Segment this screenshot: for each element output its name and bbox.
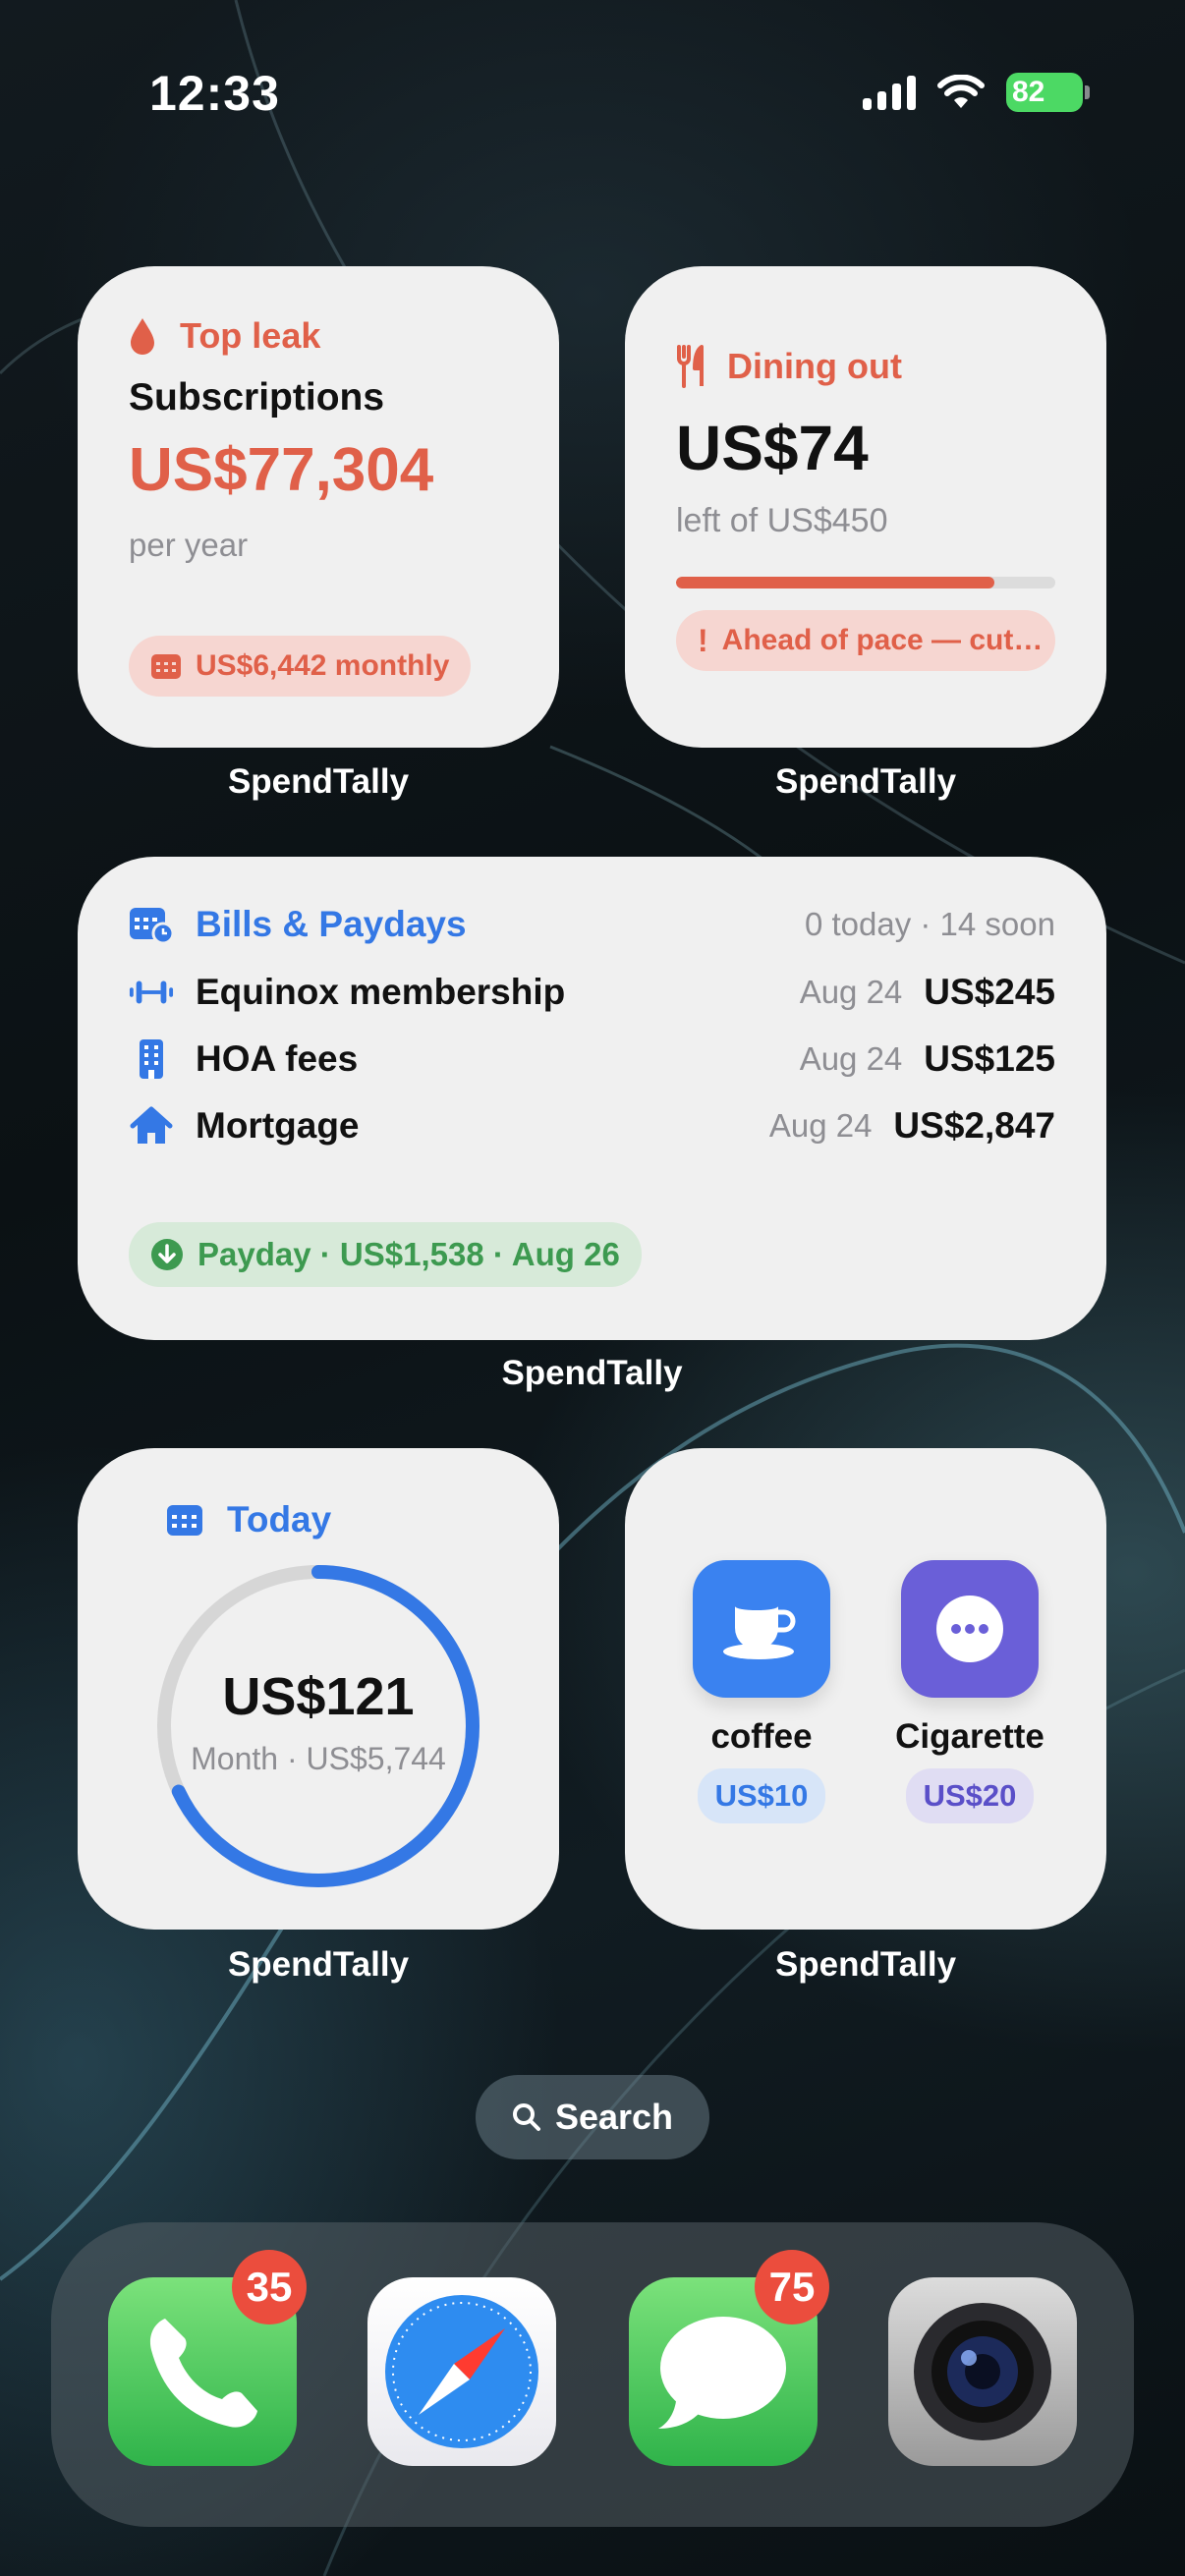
quick-add-price: US$20 <box>905 1768 1035 1823</box>
ellipsis-icon <box>936 1596 1003 1662</box>
status-icons: 82 <box>863 73 1090 112</box>
exclamation-icon: ! <box>698 622 708 658</box>
battery-level: 82 <box>1012 76 1045 108</box>
top-leak-category: Subscriptions <box>129 376 385 419</box>
camera-app-icon[interactable] <box>888 2277 1077 2466</box>
widget-caption: SpendTally <box>227 762 410 801</box>
bill-name: Mortgage <box>196 1105 360 1146</box>
bills-summary: 0 today · 14 soon <box>804 906 1055 942</box>
quick-add-coffee[interactable]: coffee US$10 <box>658 1560 865 1823</box>
pace-warning-text: Ahead of pace — cut… <box>721 624 1044 656</box>
widget-caption: SpendTally <box>227 1945 410 1984</box>
search-label: Search <box>554 2097 674 2137</box>
search-icon <box>512 2103 540 2131</box>
calendar-icon <box>167 1505 202 1536</box>
top-leak-period: per year <box>129 527 249 563</box>
bill-row[interactable]: Mortgage Aug 24 US$2,847 <box>129 1092 1055 1159</box>
arrow-down-circle-icon <box>151 1239 183 1270</box>
calendar-grid-icon <box>151 654 181 679</box>
building-icon <box>129 1038 174 1080</box>
cellular-signal-icon <box>863 75 916 110</box>
dining-amount: US$74 <box>676 413 869 483</box>
bill-amount: US$125 <box>924 1038 1055 1079</box>
monthly-badge: US$6,442 monthly <box>129 636 472 697</box>
quick-add-coffee-button[interactable] <box>693 1560 830 1698</box>
search-button[interactable]: Search <box>476 2075 709 2159</box>
dining-remaining: left of US$450 <box>676 502 888 539</box>
status-time: 12:33 <box>149 66 280 121</box>
quick-add-cigarette[interactable]: Cigarette US$20 <box>867 1560 1073 1823</box>
dumbbell-icon <box>129 978 174 1007</box>
calendar-clock-icon <box>130 908 174 944</box>
bills-title: Bills & Paydays <box>196 904 467 944</box>
wifi-icon <box>937 75 985 108</box>
quick-add-cigarette-button[interactable] <box>901 1560 1039 1698</box>
widget-caption: SpendTally <box>501 1354 683 1392</box>
top-leak-label: Top leak <box>180 315 321 356</box>
bill-name: HOA fees <box>196 1038 359 1079</box>
bill-amount: US$245 <box>924 972 1055 1012</box>
bills-paydays-widget[interactable]: Bills & Paydays 0 today · 14 soon Equino… <box>78 857 1106 1340</box>
payday-badge: Payday · US$1,538 · Aug 26 <box>129 1222 642 1287</box>
phone-badge: 35 <box>232 2250 307 2324</box>
bill-name: Equinox membership <box>196 972 566 1012</box>
messages-badge: 75 <box>755 2250 829 2324</box>
monthly-amount: US$6,442 monthly <box>196 649 450 682</box>
pace-warning: ! Ahead of pace — cut… <box>676 610 1055 671</box>
house-icon <box>129 1106 174 1146</box>
bill-date: Aug 24 <box>768 1107 873 1144</box>
bill-date: Aug 24 <box>799 1040 903 1077</box>
camera-lens-icon <box>914 2303 1051 2440</box>
coffee-cup-icon <box>723 1602 796 1659</box>
dining-progress-fill <box>676 577 995 588</box>
quick-add-widget: coffee US$10 Cigarette US$20 <box>625 1448 1106 1930</box>
quick-add-label: coffee <box>710 1717 813 1756</box>
top-leak-widget[interactable]: Top leak Subscriptions US$77,304 per yea… <box>78 266 559 748</box>
bill-date: Aug 24 <box>799 974 903 1010</box>
fork-knife-icon <box>677 345 704 388</box>
dining-label: Dining out <box>727 346 902 386</box>
dining-progress-bar <box>676 577 1055 588</box>
quick-add-label: Cigarette <box>895 1717 1044 1756</box>
dining-budget-widget[interactable]: Dining out US$74 left of US$450 ! Ahead … <box>625 266 1106 748</box>
drop-icon <box>131 318 154 355</box>
month-total: Month · US$5,744 <box>191 1741 446 1776</box>
today-amount: US$121 <box>222 1667 415 1726</box>
payday-text: Payday · US$1,538 · Aug 26 <box>198 1236 620 1272</box>
quick-add-price: US$10 <box>697 1768 826 1823</box>
top-leak-amount: US$77,304 <box>129 436 434 504</box>
compass-icon <box>385 2295 538 2448</box>
bill-amount: US$2,847 <box>893 1105 1055 1146</box>
bill-row[interactable]: HOA fees Aug 24 US$125 <box>129 1026 1055 1092</box>
today-label: Today <box>227 1499 332 1540</box>
widget-caption: SpendTally <box>774 1945 957 1984</box>
bill-row[interactable]: Equinox membership Aug 24 US$245 <box>129 959 1055 1026</box>
battery-icon: 82 <box>1006 73 1090 112</box>
widget-caption: SpendTally <box>774 762 957 801</box>
safari-app-icon[interactable] <box>367 2277 556 2466</box>
today-spending-widget[interactable]: Today US$121 Month · US$5,744 <box>78 1448 559 1930</box>
